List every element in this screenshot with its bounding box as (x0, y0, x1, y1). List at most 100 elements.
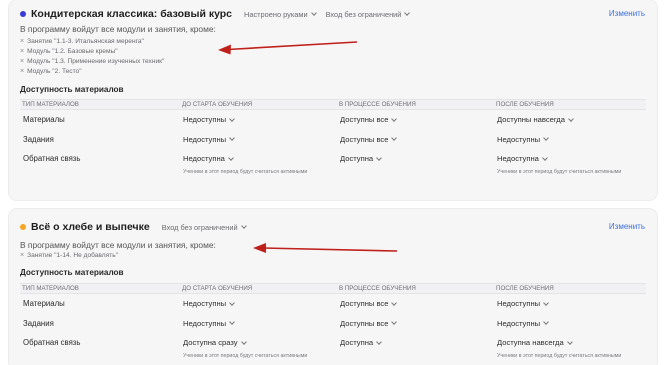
after-select[interactable]: Доступны навсегда (494, 115, 646, 124)
access-title: Доступность материалов (20, 268, 124, 277)
col-header-during: В ПРОЦЕССЕ ОБУЧЕНИЯ (339, 101, 416, 108)
before-select[interactable]: Доступна сразу (180, 338, 337, 347)
row-label: Задания (23, 318, 54, 328)
course-title: Кондитерская классика: базовый курс (31, 8, 233, 20)
access-title: Доступность материалов (20, 85, 124, 94)
select-value: Недоступны (183, 115, 227, 125)
active-period-note: Ученики в этот период будут считаться ак… (497, 168, 622, 175)
course-color-dot (20, 224, 26, 230)
access-table: ТИП МАТЕРИАЛОВ ДО СТАРТА ОБУЧЕНИЯ В ПРОЦ… (20, 99, 646, 177)
during-select[interactable]: Доступны все (337, 299, 494, 308)
col-header-before: ДО СТАРТА ОБУЧЕНИЯ (182, 101, 253, 108)
course-title: Всё о хлебе и выпечке (31, 221, 150, 233)
row-label: Задания (23, 134, 54, 144)
select-value: Недоступна (183, 154, 225, 164)
active-note-row: Ученики в этот период будут считаться ак… (20, 353, 646, 361)
before-select[interactable]: Недоступны (180, 135, 337, 144)
exclusion-label: Модуль "2. Тесто" (27, 68, 82, 75)
table-row: Обратная связь Недоступна Доступна Недос… (20, 149, 646, 169)
select-value: Недоступны (497, 134, 541, 144)
chevron-down-icon (391, 319, 398, 326)
close-icon[interactable]: × (20, 37, 24, 47)
active-note-row: Ученики в этот период будут считаться ак… (20, 169, 646, 177)
entry-mode-label: Вход без ограничений (161, 222, 238, 232)
chevron-down-icon (229, 115, 235, 122)
before-select[interactable]: Недоступны (180, 115, 337, 124)
chevron-down-icon (376, 154, 382, 161)
before-select[interactable]: Недоступна (180, 154, 337, 163)
exclusion-item: × Занятие "1-14. Не добавлять" (20, 251, 118, 261)
after-select[interactable]: Недоступны (494, 319, 646, 328)
select-value: Недоступна (497, 154, 539, 164)
course-color-dot (20, 11, 26, 17)
active-period-note: Ученики в этот период будут считаться ак… (497, 352, 622, 359)
select-value: Недоступны (183, 134, 227, 144)
chevron-down-icon (543, 319, 549, 326)
close-icon[interactable]: × (20, 57, 24, 67)
chevron-down-icon (391, 135, 398, 142)
select-value: Доступна (340, 154, 374, 164)
chevron-down-icon (543, 299, 549, 306)
close-icon[interactable]: × (20, 67, 24, 77)
col-header-type: ТИП МАТЕРИАЛОВ (22, 285, 79, 292)
after-select[interactable]: Недоступна (494, 154, 646, 163)
col-header-after: ПОСЛЕ ОБУЧЕНИЯ (496, 101, 554, 108)
exclusion-item: × Занятие "1.1-3. Итальянская меренга" (20, 37, 164, 47)
during-select[interactable]: Доступны все (337, 115, 494, 124)
chevron-down-icon (566, 338, 573, 345)
col-header-before: ДО СТАРТА ОБУЧЕНИЯ (182, 285, 253, 292)
course-card-2: Всё о хлебе и выпечке Вход без ограничен… (9, 209, 657, 365)
select-value: Недоступны (497, 318, 541, 328)
after-select[interactable]: Доступна навсегда (494, 338, 646, 347)
program-note: В программу войдут все модули и занятия,… (20, 240, 216, 250)
chevron-down-icon (391, 299, 398, 306)
table-row: Обратная связь Доступна сразу Доступна Д… (20, 333, 646, 353)
chevron-down-icon (229, 135, 235, 142)
close-icon[interactable]: × (20, 251, 24, 261)
exclusion-label: Занятие "1.1-3. Итальянская меренга" (27, 38, 144, 45)
exclusion-item: × Модуль "2. Тесто" (20, 67, 164, 77)
entry-mode-dropdown[interactable]: Вход без ограничений (161, 222, 247, 232)
select-value: Доступна сразу (183, 338, 238, 348)
chevron-down-icon (542, 154, 548, 161)
annotation-arrow (253, 243, 398, 253)
course-header: Всё о хлебе и выпечке Вход без ограничен… (20, 220, 256, 234)
chevron-down-icon (229, 299, 235, 306)
chevron-down-icon (543, 135, 549, 142)
close-icon[interactable]: × (20, 47, 24, 57)
select-value: Недоступны (183, 318, 227, 328)
col-header-after: ПОСЛЕ ОБУЧЕНИЯ (496, 285, 554, 292)
edit-link[interactable]: Изменить (609, 9, 645, 18)
setup-mode-dropdown[interactable]: Настроено руками (244, 9, 317, 19)
during-select[interactable]: Доступна (337, 154, 494, 163)
entry-mode-dropdown[interactable]: Вход без ограничений (326, 10, 411, 19)
col-header-during: В ПРОЦЕССЕ ОБУЧЕНИЯ (339, 285, 416, 292)
chevron-down-icon (391, 115, 398, 122)
exclusion-label: Модуль "1.2. Базовые кремы" (27, 48, 118, 55)
select-value: Доступны все (340, 115, 389, 125)
chevron-down-icon (404, 10, 411, 16)
setup-mode-label: Настроено руками (244, 9, 308, 19)
select-value: Доступна (340, 338, 374, 348)
active-period-note: Ученики в этот период будут считаться ак… (183, 352, 308, 359)
table-row: Задания Недоступны Доступны все Недоступ… (20, 314, 646, 334)
row-label: Материалы (23, 115, 65, 125)
row-label: Обратная связь (23, 154, 81, 164)
chevron-down-icon (568, 115, 574, 122)
select-value: Недоступны (183, 299, 227, 309)
active-period-note: Ученики в этот период будут считаться ак… (183, 168, 308, 175)
chevron-down-icon (240, 338, 247, 345)
during-select[interactable]: Доступны все (337, 135, 494, 144)
during-select[interactable]: Доступны все (337, 319, 494, 328)
before-select[interactable]: Недоступны (180, 299, 337, 308)
after-select[interactable]: Недоступны (494, 299, 646, 308)
exclusion-item: × Модуль "1.3. Применение изученных техни… (20, 57, 164, 67)
select-value: Доступны навсегда (497, 115, 565, 125)
select-value: Доступна навсегда (497, 338, 564, 348)
before-select[interactable]: Недоступны (180, 319, 337, 328)
exclusion-list: × Занятие "1-14. Не добавлять" (20, 251, 118, 261)
exclusion-label: Занятие "1-14. Не добавлять" (27, 252, 118, 259)
after-select[interactable]: Недоступны (494, 135, 646, 144)
during-select[interactable]: Доступна (337, 338, 494, 347)
edit-link[interactable]: Изменить (609, 222, 645, 231)
